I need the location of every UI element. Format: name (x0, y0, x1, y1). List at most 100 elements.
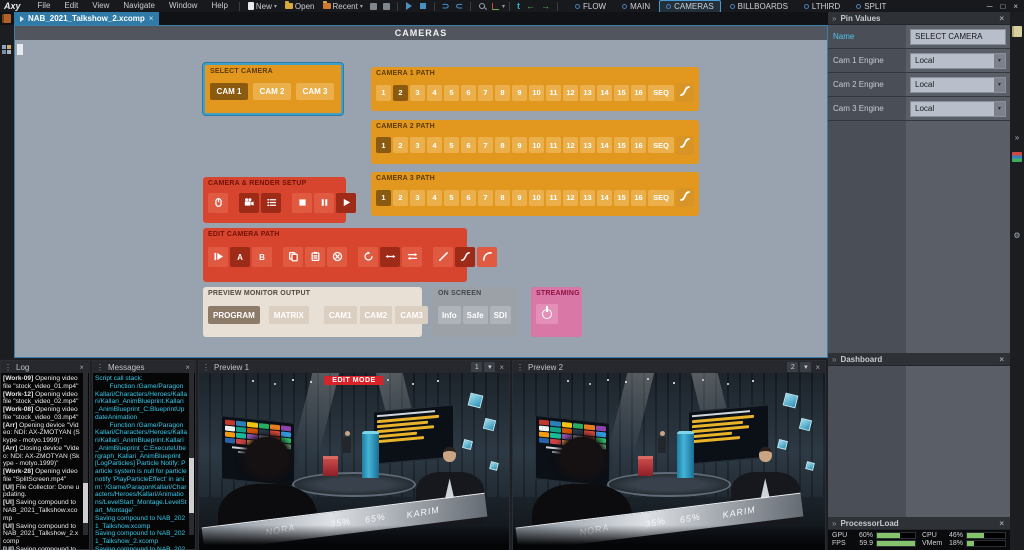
path-button-4[interactable]: 4 (427, 190, 442, 206)
path-button-3[interactable]: 3 (410, 137, 425, 153)
new-button[interactable]: New ▾ (244, 0, 281, 12)
preview-1-index-button[interactable]: 1 (471, 362, 482, 372)
close-icon[interactable]: × (997, 355, 1006, 364)
drag-handle-icon[interactable]: ⋮ (516, 363, 524, 372)
pin-dropdown[interactable]: Local▾ (910, 77, 1006, 93)
close-icon[interactable]: × (813, 363, 822, 372)
path-button-16[interactable]: 16 (631, 137, 646, 153)
preview-1-header[interactable]: ⋮ Preview 1 1 ▾ × (199, 361, 509, 373)
drag-handle-icon[interactable]: ⋮ (4, 363, 12, 372)
path-button-3[interactable]: 3 (410, 85, 425, 101)
preview-1-viewport[interactable]: NORA35%65%KARIMEDIT MODE (199, 373, 509, 550)
monitor-button-cam2[interactable]: CAM2 (360, 306, 393, 324)
path-button-15[interactable]: 15 (614, 190, 629, 206)
path-button-11[interactable]: 11 (546, 85, 561, 101)
library-icon[interactable] (2, 14, 11, 23)
path-button-1[interactable]: 1 (376, 190, 391, 206)
scrollbar-thumb[interactable] (189, 458, 194, 513)
menu-edit[interactable]: Edit (57, 0, 85, 12)
streaming-power-button[interactable] (536, 304, 558, 324)
path-button-14[interactable]: 14 (597, 190, 612, 206)
path-button-16[interactable]: 16 (631, 85, 646, 101)
monitor-button-cam1[interactable]: CAM1 (324, 306, 357, 324)
messages-header[interactable]: ⋮ Messages × (93, 361, 195, 373)
expand-icon[interactable]: » (832, 355, 836, 364)
path-button-seq[interactable]: SEQ (648, 137, 674, 153)
edit-move-horizontal-button[interactable] (380, 247, 400, 267)
view-button-lthird[interactable]: LTHIRD (797, 0, 847, 13)
run-icon[interactable] (406, 2, 412, 10)
drag-handle-icon[interactable]: ⋮ (202, 363, 210, 372)
menu-navigate[interactable]: Navigate (116, 0, 162, 12)
monitor-button-program[interactable]: PROGRAM (208, 306, 260, 324)
transform-tool-icon[interactable]: t (517, 1, 520, 11)
redo-icon[interactable]: ⊂ (455, 1, 463, 11)
tab-close-icon[interactable]: × (149, 14, 154, 23)
path-button-6[interactable]: 6 (461, 190, 476, 206)
path-button-seq[interactable]: SEQ (648, 85, 674, 101)
drag-handle-icon[interactable]: ⋮ (96, 363, 104, 372)
path-button-10[interactable]: 10 (529, 190, 544, 206)
close-icon[interactable]: × (497, 363, 506, 372)
maximize-button[interactable]: □ (1000, 2, 1005, 11)
menu-file[interactable]: File (31, 0, 58, 12)
pin-values-header[interactable]: » Pin Values × (828, 12, 1010, 25)
path-button-5[interactable]: 5 (444, 85, 459, 101)
path-button-2[interactable]: 2 (393, 190, 408, 206)
view-button-cameras[interactable]: CAMERAS (659, 0, 721, 13)
messages-console[interactable]: Script call stack: Function /Game/Parago… (93, 373, 195, 550)
cam-select-button-cam3[interactable]: CAM 3 (296, 83, 334, 100)
path-button-5[interactable]: 5 (444, 190, 459, 206)
cam-select-button-cam2[interactable]: CAM 2 (253, 83, 291, 100)
path-button-7[interactable]: 7 (478, 85, 493, 101)
render-stop-button[interactable] (292, 193, 312, 213)
onscreen-button-sdi[interactable]: SDI (490, 306, 511, 324)
path-button-1[interactable]: 1 (376, 137, 391, 153)
edit-skip-play-button[interactable] (208, 247, 228, 267)
search-icon[interactable] (479, 3, 485, 9)
path-button-12[interactable]: 12 (563, 190, 578, 206)
preview-2-index-button[interactable]: 2 (787, 362, 798, 372)
preview-2-viewport[interactable]: NORA35%65%KARIM (513, 373, 825, 550)
path-button-14[interactable]: 14 (597, 137, 612, 153)
preview-2-header[interactable]: ⋮ Preview 2 2 ▾ × (513, 361, 825, 373)
path-button-3[interactable]: 3 (410, 190, 425, 206)
cam-select-button-cam1[interactable]: CAM 1 (210, 83, 248, 100)
view-button-flow[interactable]: FLOW (568, 0, 613, 13)
dashboard-header[interactable]: » Dashboard × (828, 353, 1010, 366)
monitor-button-matrix[interactable]: MATRIX (269, 306, 309, 324)
back-arrow-icon[interactable]: ← (526, 1, 535, 11)
axis-tool-icon[interactable] (492, 3, 499, 10)
image-icon[interactable] (1012, 152, 1022, 162)
view-button-billboards[interactable]: BILLBOARDS (723, 0, 795, 13)
log-scrollbar[interactable] (83, 363, 88, 535)
menu-view[interactable]: View (85, 0, 116, 12)
path-button-8[interactable]: 8 (495, 137, 510, 153)
path-button-16[interactable]: 16 (631, 190, 646, 206)
path-button-11[interactable]: 11 (546, 190, 561, 206)
path-button-9[interactable]: 9 (512, 137, 527, 153)
render-play-button[interactable] (336, 193, 356, 213)
pin-dropdown[interactable]: Local▾ (910, 53, 1006, 69)
undo-icon[interactable]: ⊃ (442, 1, 450, 11)
path-button-6[interactable]: 6 (461, 85, 476, 101)
stop-icon[interactable] (420, 3, 426, 9)
path-button-8[interactable]: 8 (495, 190, 510, 206)
processor-load-header[interactable]: » ProcessorLoad × (828, 517, 1010, 530)
path-button-15[interactable]: 15 (614, 85, 629, 101)
edit-swap-button[interactable] (402, 247, 422, 267)
onscreen-button-info[interactable]: Info (438, 306, 461, 324)
path-button-1[interactable]: 1 (376, 85, 391, 101)
chevron-down-icon[interactable]: ▾ (800, 362, 811, 372)
log-console[interactable]: [Work-09] Opening video file "stock_vide… (1, 373, 89, 550)
pin-text-input[interactable]: SELECT CAMERA (910, 29, 1006, 45)
path-button-14[interactable]: 14 (597, 85, 612, 101)
edit-copy-button[interactable] (283, 247, 303, 267)
chevron-down-icon[interactable]: ▾ (994, 102, 1005, 116)
view-button-main[interactable]: MAIN (615, 0, 657, 13)
minimize-button[interactable]: ─ (987, 2, 993, 11)
view-button-split[interactable]: SPLIT (849, 0, 893, 13)
path-button-7[interactable]: 7 (478, 190, 493, 206)
path-button-2[interactable]: 2 (393, 85, 408, 101)
expand-icon[interactable]: » (832, 14, 836, 23)
